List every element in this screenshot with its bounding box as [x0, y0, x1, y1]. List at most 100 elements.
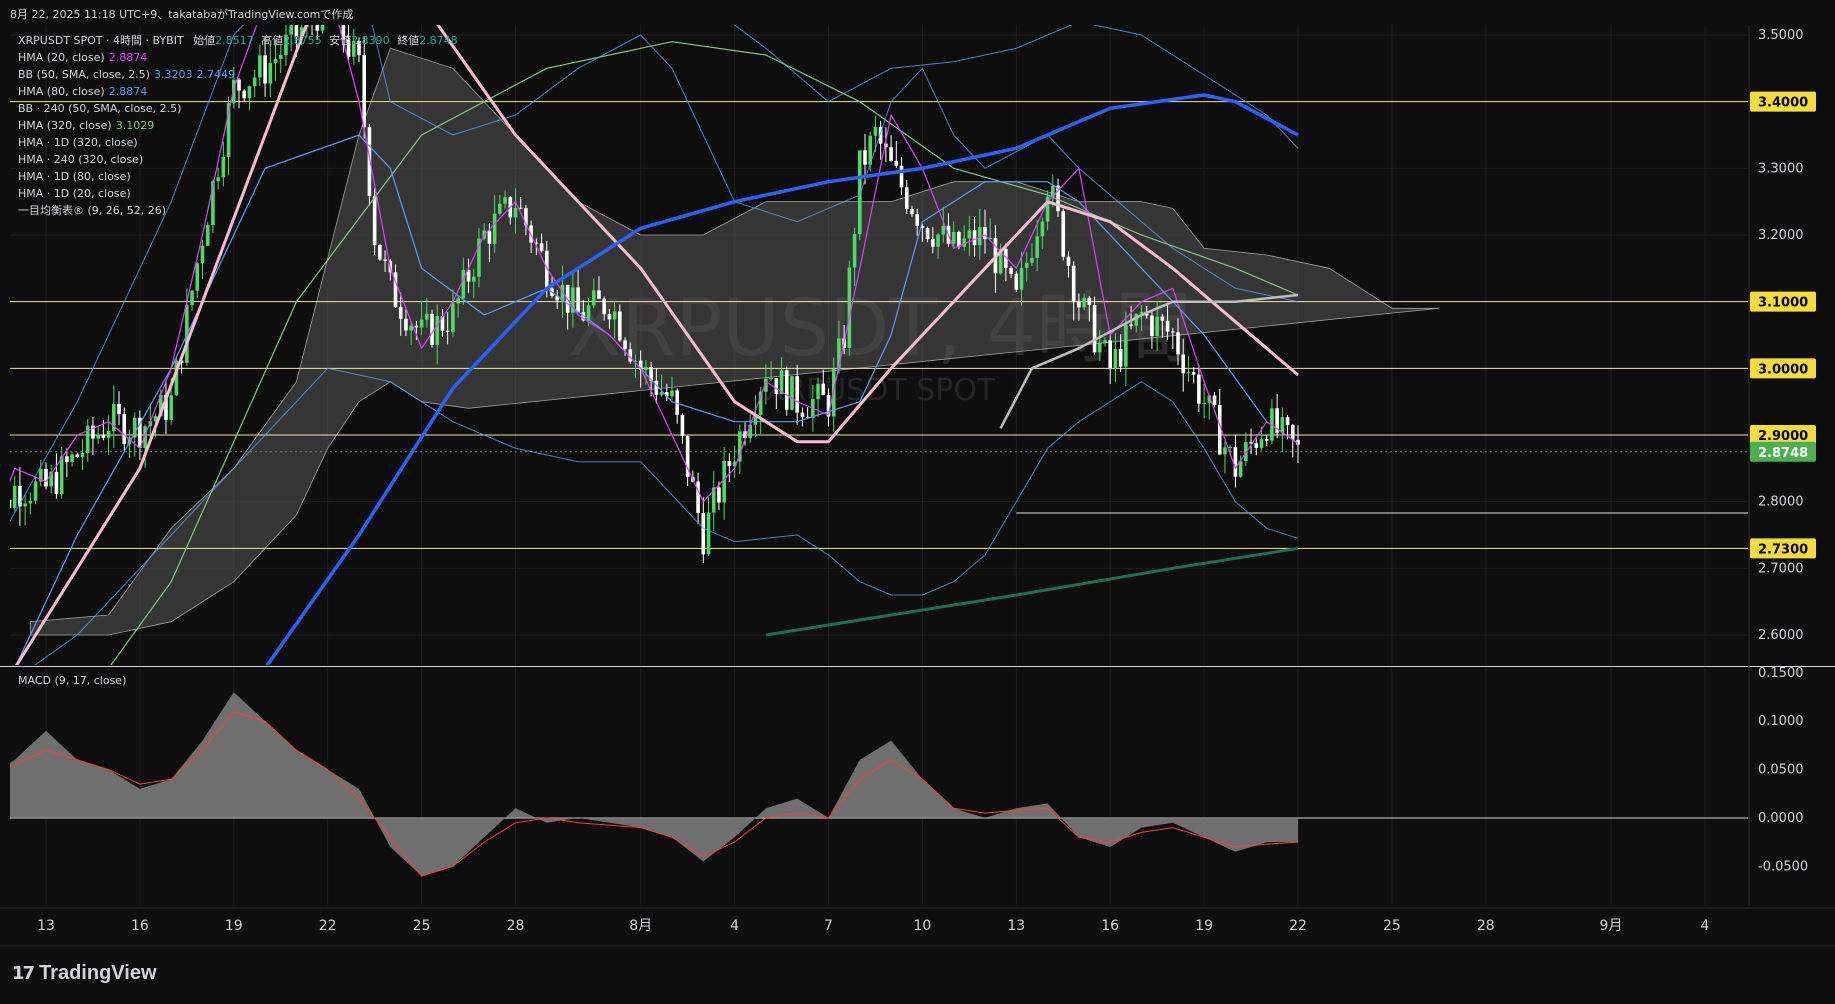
candle-body — [195, 263, 200, 291]
indicator-value: 2.8874 — [108, 85, 148, 98]
time-tick-label: 8月 — [629, 918, 652, 934]
price-tick-label: 2.8000 — [1758, 495, 1804, 510]
candle-body — [1197, 374, 1201, 404]
open-value: 2.8517 — [215, 34, 254, 47]
candle-body — [461, 269, 466, 299]
candle-body — [790, 376, 794, 410]
candle-body — [800, 412, 805, 417]
candle-body — [816, 383, 820, 400]
indicator-row[interactable]: HMA (20, close) 2.8874 — [18, 49, 458, 66]
indicator-name: BB (50, SMA, close, 2.5) — [18, 68, 150, 81]
indicator-row[interactable]: HMA (80, close) 2.8874 — [18, 83, 458, 100]
time-tick-label: 4 — [1700, 918, 1709, 934]
time-tick-label: 19 — [1195, 918, 1213, 934]
indicator-name: HMA (20, close) — [18, 51, 105, 64]
candle-body — [1285, 417, 1290, 426]
candle-body — [941, 225, 946, 235]
indicator-row[interactable]: BB · 240 (50, SMA, close, 2.5) — [18, 100, 458, 117]
candle-body — [769, 378, 773, 380]
candle-body — [910, 209, 914, 215]
candle-body — [1019, 267, 1024, 290]
candle-body — [899, 165, 904, 188]
candle-body — [456, 298, 460, 304]
candle-body — [539, 243, 544, 251]
time-tick-label: 10 — [913, 918, 931, 934]
time-tick-label: 16 — [131, 918, 149, 934]
symbol-name: XRPUSDT SPOT · 4時間 · BYBIT — [18, 34, 184, 47]
candle-body — [122, 413, 127, 445]
open-label: 始値 — [193, 34, 216, 47]
candle-body — [962, 238, 966, 247]
candle-body — [1071, 265, 1076, 302]
candle-body — [1223, 447, 1227, 455]
candle-body — [54, 471, 59, 495]
candle-body — [1228, 446, 1232, 448]
candle-body — [33, 481, 38, 501]
candle-body — [1160, 316, 1165, 321]
candle-body — [623, 340, 627, 350]
candle-body — [471, 276, 476, 282]
candle-body — [602, 298, 606, 315]
indicator-name: BB · 240 (50, SMA, close, 2.5) — [18, 102, 182, 115]
candle-body — [1066, 256, 1071, 266]
tradingview-logo[interactable]: 𝟭𝟳 TradingView — [12, 962, 157, 985]
low-value: 2.8390 — [351, 34, 390, 47]
candle-body — [1108, 340, 1112, 368]
candle-body — [1150, 315, 1154, 337]
candle-body — [1118, 348, 1123, 367]
candle-body — [904, 187, 909, 210]
candle-body — [1280, 417, 1285, 433]
candle-body — [445, 330, 450, 332]
candle-body — [80, 452, 85, 457]
candle-body — [889, 147, 893, 161]
high-label: 高値 — [261, 34, 284, 47]
candle-body — [435, 316, 440, 345]
candle-body — [1202, 402, 1206, 404]
high-value: 2.8755 — [283, 34, 322, 47]
close-label: 終値 — [397, 34, 420, 47]
candle-body — [706, 512, 711, 555]
candle-body — [852, 233, 857, 268]
candle-body — [873, 126, 878, 136]
indicator-row[interactable]: 一目均衡表® (9, 26, 52, 26) — [18, 202, 458, 219]
candle-body — [106, 430, 111, 438]
indicator-row[interactable]: HMA · 1D (20, close) — [18, 185, 458, 202]
candle-body — [398, 307, 403, 319]
indicator-name: HMA · 1D (20, close) — [18, 187, 131, 200]
last-price-label: 2.8748 — [1758, 446, 1808, 461]
candle-body — [1024, 262, 1029, 268]
candle-body — [727, 460, 732, 467]
indicator-row[interactable]: HMA (320, close) 3.1029 — [18, 117, 458, 134]
symbol-row: XRPUSDT SPOT · 4時間 · BYBIT 始値2.8517 高値2.… — [18, 32, 458, 49]
level-badge-label: 2.7300 — [1758, 542, 1808, 557]
candle-body — [487, 230, 492, 244]
price-tick-label: 3.3000 — [1758, 161, 1804, 176]
candle-body — [1129, 324, 1133, 326]
time-tick-label: 16 — [1101, 918, 1119, 934]
candle-body — [1264, 439, 1269, 441]
macd-label: MACD (9, 17, close) — [18, 674, 127, 687]
candle-body — [492, 213, 497, 244]
indicator-row[interactable]: HMA · 1D (80, close) — [18, 168, 458, 185]
indicator-row[interactable]: BB (50, SMA, close, 2.5) 3.3203 2.7449 — [18, 66, 458, 83]
indicator-row[interactable]: HMA · 1D (320, close) — [18, 134, 458, 151]
candle-body — [70, 454, 74, 462]
candle-body — [518, 207, 523, 209]
candle-body — [774, 378, 779, 395]
candle-body — [169, 395, 173, 420]
candle-body — [951, 231, 956, 244]
candle-body — [894, 160, 899, 166]
time-tick-label: 19 — [225, 918, 243, 934]
time-tick-label: 25 — [413, 918, 431, 934]
candle-body — [1009, 268, 1013, 274]
candle-body — [1212, 395, 1217, 405]
price-tick-label: 3.2000 — [1758, 228, 1804, 243]
candle-body — [430, 313, 434, 345]
candle-body — [1181, 354, 1186, 374]
time-tick-label: 25 — [1383, 918, 1401, 934]
level-badge-label: 3.4000 — [1758, 96, 1808, 111]
indicator-row[interactable]: HMA · 240 (320, close) — [18, 151, 458, 168]
macd-tick-label: -0.0500 — [1758, 859, 1808, 874]
time-tick-label: 28 — [1477, 918, 1495, 934]
candle-body — [644, 367, 648, 370]
